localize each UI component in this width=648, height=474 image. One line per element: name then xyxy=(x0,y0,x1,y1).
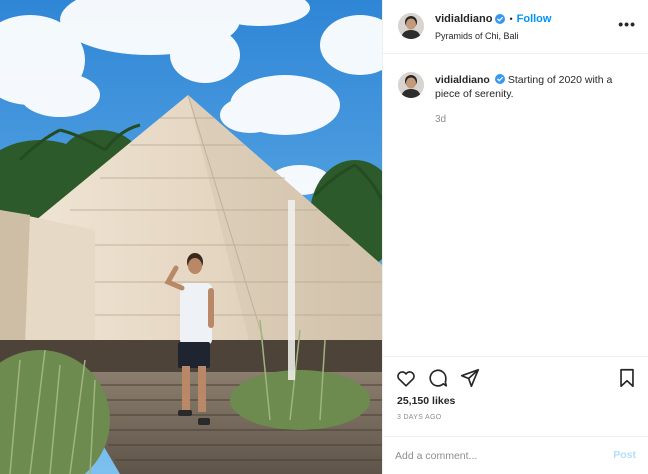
follow-button[interactable]: Follow xyxy=(517,12,552,26)
add-comment-bar: Post xyxy=(383,436,648,474)
action-bar: 25,150 likes 3 DAYS AGO xyxy=(383,356,648,436)
post-timestamp[interactable]: 3 DAYS AGO xyxy=(397,414,442,421)
more-options-icon[interactable]: ••• xyxy=(618,16,636,32)
bookmark-icon[interactable] xyxy=(616,367,638,389)
verified-badge-icon xyxy=(494,74,505,84)
comment-input[interactable] xyxy=(395,446,595,466)
caption-avatar[interactable] xyxy=(398,72,424,98)
post-header: vidialdiano • Follow Pyramids of Chi, Ba… xyxy=(383,0,648,54)
likes-count[interactable]: 25,150 likes xyxy=(397,395,455,407)
share-icon[interactable] xyxy=(459,367,481,389)
post-button[interactable]: Post xyxy=(613,449,636,461)
separator-dot: • xyxy=(509,14,513,24)
location-link[interactable]: Pyramids of Chi, Bali xyxy=(435,30,635,42)
caption-time[interactable]: 3d xyxy=(435,114,446,125)
comment-icon[interactable] xyxy=(427,367,449,389)
post-image[interactable] xyxy=(0,0,382,474)
header-username[interactable]: vidialdiano xyxy=(435,12,492,26)
post-details-panel: vidialdiano • Follow Pyramids of Chi, Ba… xyxy=(382,0,648,474)
heart-icon[interactable] xyxy=(395,367,417,389)
pyramid-photo xyxy=(0,0,382,474)
verified-badge-icon xyxy=(495,14,506,24)
caption-username[interactable]: vidialdiano xyxy=(435,74,490,86)
comments-area: vidialdiano Starting of 2020 with a piece… xyxy=(383,54,648,356)
avatar[interactable] xyxy=(398,13,424,39)
caption-body: vidialdiano Starting of 2020 with a piece… xyxy=(435,73,635,101)
